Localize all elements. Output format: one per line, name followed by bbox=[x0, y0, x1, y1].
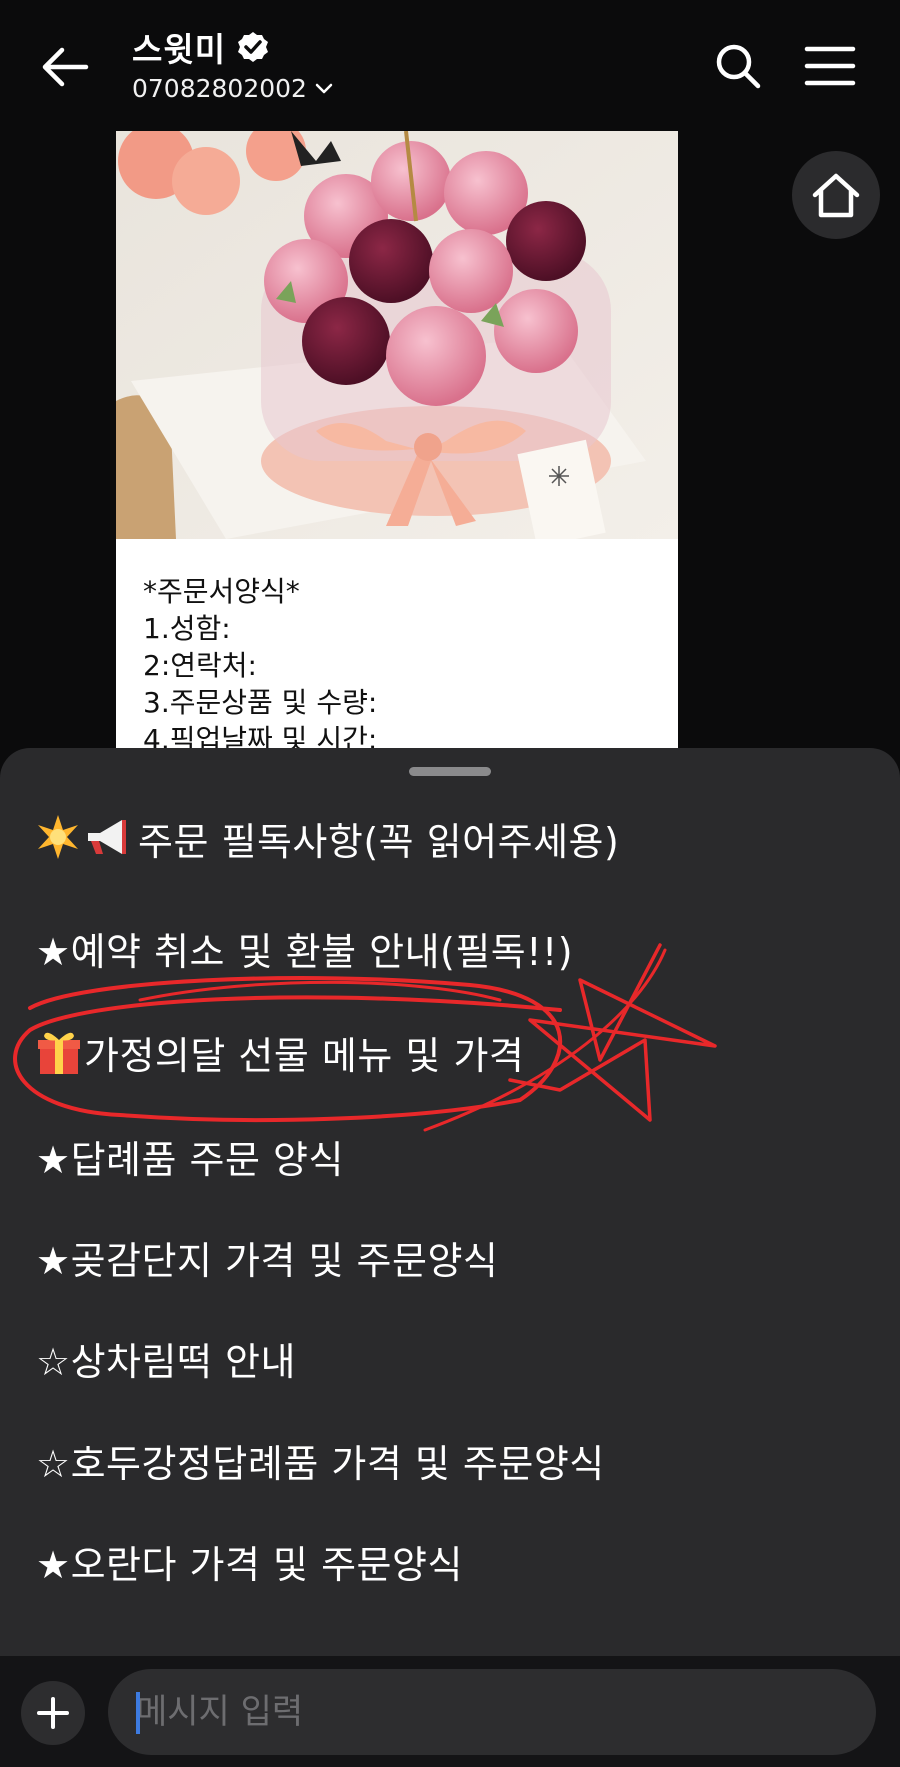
home-button[interactable] bbox=[792, 151, 880, 239]
channel-phone: 07082802002 bbox=[132, 74, 307, 103]
menu-item-order-notice[interactable]: 주문 필독사항(꼭 읽어주세용) bbox=[36, 808, 619, 868]
order-form-line: *주문서양식* bbox=[143, 575, 300, 608]
menu-item-label: ★예약 취소 및 환불 안내(필독!!) bbox=[36, 929, 574, 974]
hamburger-menu-icon bbox=[804, 46, 856, 86]
attach-button[interactable] bbox=[21, 1681, 85, 1745]
gift-icon bbox=[36, 1028, 82, 1076]
menu-item-return-gift-form[interactable]: ★답례품 주문 양식 bbox=[36, 1126, 344, 1186]
plus-icon bbox=[37, 1697, 69, 1729]
home-icon bbox=[812, 173, 860, 218]
order-form-line: 3.주문상품 및 수량: bbox=[143, 686, 378, 719]
quick-menu-sheet: 주문 필독사항(꼭 읽어주세용) ★예약 취소 및 환불 안내(필독!!) 가정… bbox=[0, 748, 900, 1656]
macaron-flower-cake-photo[interactable] bbox=[116, 131, 678, 539]
menu-item-label: 주문 필독사항(꼭 읽어주세용) bbox=[138, 819, 620, 864]
order-form-line: 2:연락처: bbox=[143, 649, 257, 682]
menu-item-family-month-gift[interactable]: 가정의달 선물 메뉴 및 가격 bbox=[36, 1022, 524, 1082]
menu-item-label: ☆호두강정답례품 가격 및 주문양식 bbox=[36, 1441, 605, 1486]
channel-info[interactable]: 스윗미 07082802002 bbox=[132, 22, 335, 103]
menu-item-oranda[interactable]: ★오란다 가격 및 주문양식 bbox=[36, 1531, 463, 1591]
sheet-drag-handle[interactable] bbox=[409, 767, 491, 776]
search-button[interactable] bbox=[712, 40, 764, 92]
order-form-line: 1.성함: bbox=[143, 612, 231, 645]
order-form-line: 4.픽업날짜 및 시간: bbox=[143, 723, 378, 751]
menu-item-label: ★답례품 주문 양식 bbox=[36, 1137, 344, 1182]
menu-item-walnut-gangjeong[interactable]: ☆호두강정답례품 가격 및 주문양식 bbox=[36, 1430, 605, 1490]
message-card[interactable]: *주문서양식* 1.성함: 2:연락처: 3.주문상품 및 수량: 4.픽업날짜… bbox=[116, 131, 678, 751]
menu-item-label: ★곶감단지 가격 및 주문양식 bbox=[36, 1238, 499, 1283]
menu-item-cancel-refund[interactable]: ★예약 취소 및 환불 안내(필독!!) bbox=[36, 918, 573, 978]
sparkle-megaphone-icon bbox=[36, 813, 136, 863]
menu-button[interactable] bbox=[804, 44, 856, 88]
verified-badge-icon bbox=[238, 32, 269, 62]
chevron-down-icon[interactable] bbox=[313, 78, 335, 100]
menu-item-table-rice-cake[interactable]: ☆상차림떡 안내 bbox=[36, 1328, 296, 1388]
menu-item-label: 가정의달 선물 메뉴 및 가격 bbox=[84, 1033, 525, 1078]
menu-item-label: ☆상차림떡 안내 bbox=[36, 1339, 296, 1384]
back-button[interactable] bbox=[38, 40, 92, 94]
text-cursor bbox=[136, 1692, 140, 1734]
menu-item-dried-persimmon[interactable]: ★곶감단지 가격 및 주문양식 bbox=[36, 1227, 498, 1287]
channel-title: 스윗미 bbox=[132, 30, 227, 69]
chat-header: 스윗미 07082802002 bbox=[0, 0, 900, 130]
order-form-text: *주문서양식* 1.성함: 2:연락처: 3.주문상품 및 수량: 4.픽업날짜… bbox=[116, 539, 678, 751]
back-arrow-icon bbox=[42, 47, 89, 87]
message-input[interactable] bbox=[108, 1669, 876, 1755]
menu-item-label: ★오란다 가격 및 주문양식 bbox=[36, 1542, 463, 1587]
search-icon bbox=[716, 44, 761, 89]
message-input-bar bbox=[0, 1656, 900, 1767]
